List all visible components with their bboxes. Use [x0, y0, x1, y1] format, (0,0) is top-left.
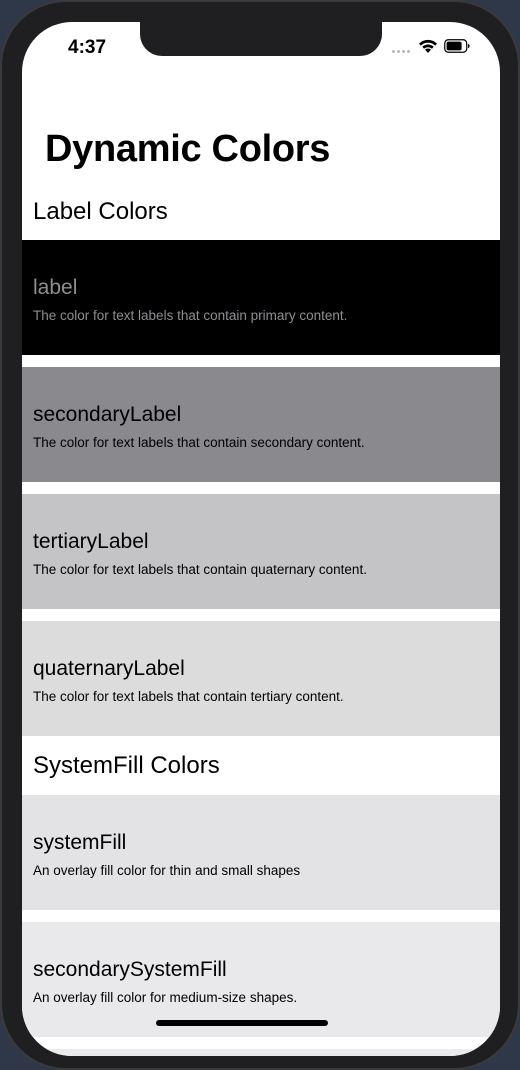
row-title: secondarySystemFill	[33, 958, 227, 981]
list-item-quaternary-label[interactable]: quaternaryLabel The color for text label…	[22, 621, 500, 736]
cellular-signal-icon	[392, 50, 412, 54]
row-title: quaternaryLabel	[33, 657, 185, 680]
row-description: The color for text labels that contain q…	[33, 562, 367, 577]
row-title: systemFill	[33, 831, 127, 854]
status-bar: 4:37	[22, 22, 500, 72]
row-description: An overlay fill color for medium-size sh…	[33, 990, 298, 1005]
row-title: label	[33, 276, 78, 299]
row-description: The color for text labels that contain t…	[33, 689, 344, 704]
list-item-label[interactable]: label The color for text labels that con…	[22, 240, 500, 355]
page-title: Dynamic Colors	[45, 128, 331, 170]
row-description: An overlay fill color for thin and small…	[33, 863, 301, 878]
status-time: 4:37	[68, 37, 107, 58]
section-header-systemfill-colors: SystemFill Colors	[33, 752, 220, 779]
row-title: secondaryLabel	[33, 403, 182, 426]
row-description: The color for text labels that contain p…	[33, 308, 348, 323]
list-item-secondary-label[interactable]: secondaryLabel The color for text labels…	[22, 367, 500, 482]
screen: 4:37 Dynamic Colors Label Colors label T…	[22, 22, 500, 1056]
row-description: The color for text labels that contain s…	[33, 435, 365, 450]
home-indicator[interactable]	[156, 1020, 328, 1026]
list-item-system-fill[interactable]: systemFill An overlay fill color for thi…	[22, 795, 500, 910]
row-title: tertiaryLabel	[33, 530, 149, 553]
device-frame: 4:37 Dynamic Colors Label Colors label T…	[0, 0, 520, 1070]
section-header-label-colors: Label Colors	[33, 198, 168, 225]
list-item-partial	[22, 1049, 500, 1056]
list-item-tertiary-label[interactable]: tertiaryLabel The color for text labels …	[22, 494, 500, 609]
battery-icon	[444, 39, 470, 53]
wifi-icon	[419, 39, 437, 53]
